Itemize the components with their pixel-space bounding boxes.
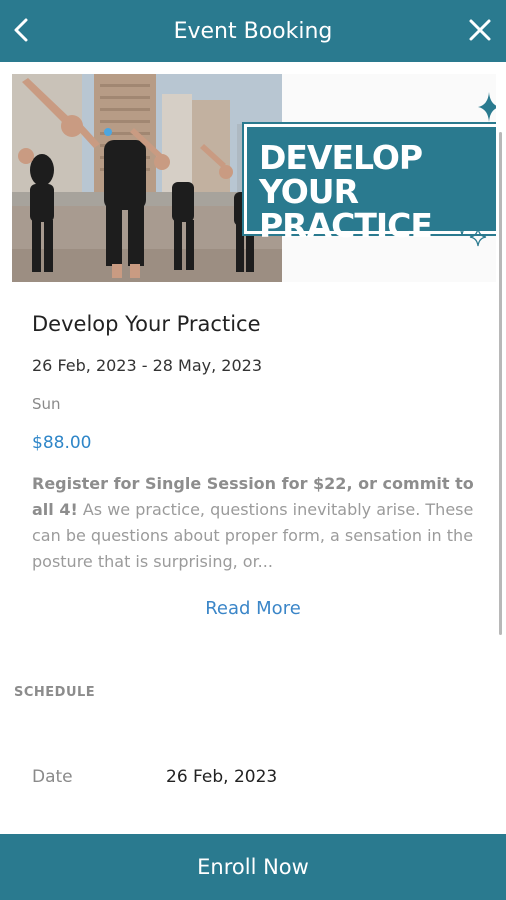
schedule-date-label: Date <box>32 767 73 787</box>
schedule-section-label: SCHEDULE <box>14 685 96 700</box>
event-hero-image: DEVELOP YOUR PRACTICE <box>12 74 496 282</box>
event-dates: 26 Feb, 2023 - 28 May, 2023 <box>32 356 263 375</box>
event-description: Register for Single Session for $22, or … <box>32 471 484 575</box>
scrollbar[interactable] <box>499 132 502 635</box>
close-button[interactable] <box>466 16 494 44</box>
enroll-now-button[interactable]: Enroll Now <box>0 834 506 900</box>
event-title: Develop Your Practice <box>32 312 261 336</box>
event-details-scroll[interactable]: DEVELOP YOUR PRACTICE Develop Your Pract… <box>0 62 506 834</box>
yoga-photo <box>12 74 282 282</box>
sparkle-icon <box>478 92 496 122</box>
sparkle-icon <box>449 207 487 247</box>
read-more-link[interactable]: Read More <box>0 598 506 619</box>
description-text: As we practice, questions inevitably ari… <box>32 500 474 571</box>
schedule-date-value: 26 Feb, 2023 <box>166 767 278 787</box>
close-icon <box>469 19 491 41</box>
page-title: Event Booking <box>173 19 333 44</box>
app-header: Event Booking <box>0 0 506 62</box>
event-days: Sun <box>32 395 61 413</box>
event-price: $88.00 <box>32 433 92 453</box>
